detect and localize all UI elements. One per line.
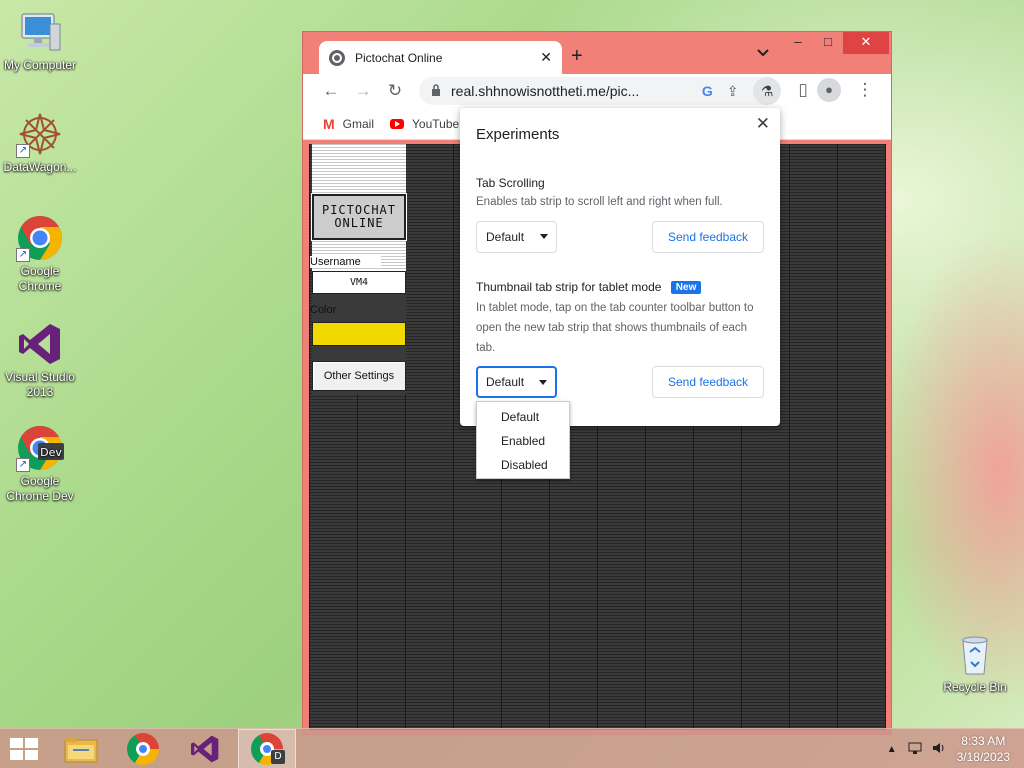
window-close-button[interactable]: ✕	[843, 32, 889, 54]
experiments-title: Experiments	[476, 126, 560, 143]
bookmark-label: Gmail	[342, 116, 375, 131]
computer-icon	[16, 8, 64, 56]
desktop-icon-label: Google Chrome	[18, 264, 62, 293]
chrome-dev-icon: Dev ↗	[16, 424, 64, 472]
volume-icon[interactable]	[931, 741, 947, 758]
pictochat-logo: PICTOCHAT ONLINE	[311, 193, 407, 241]
username-label: Username	[310, 256, 381, 268]
username-field[interactable]: VM4	[312, 271, 406, 294]
chevron-down-icon	[540, 234, 548, 239]
youtube-icon	[390, 118, 405, 129]
menu-kebab-icon[interactable]: ⋮	[849, 80, 881, 100]
gmail-icon: M	[323, 115, 335, 132]
chevron-down-icon	[539, 380, 547, 385]
minimize-button[interactable]: –	[783, 32, 813, 54]
taskbar-visual-studio[interactable]	[176, 729, 234, 768]
google-lens-icon[interactable]: G	[702, 83, 713, 99]
select-value: Default	[486, 230, 525, 244]
maximize-button[interactable]: □	[813, 32, 843, 54]
desktop-icon-visual-studio[interactable]: Visual Studio 2013	[0, 320, 80, 400]
tab-title: Pictochat Online	[355, 50, 443, 65]
dropdown-option-enabled[interactable]: Enabled	[477, 429, 569, 453]
profile-avatar-icon[interactable]: ●	[817, 78, 841, 102]
browser-toolbar: ← → ↻ real.shhnowisnottheti.me/pic... G …	[303, 74, 891, 108]
shortcut-arrow-icon: ↗	[16, 248, 30, 262]
send-feedback-button[interactable]: Send feedback	[652, 221, 764, 253]
chrome-icon	[127, 733, 159, 765]
folder-icon	[64, 737, 98, 763]
new-tab-button[interactable]: +	[571, 44, 583, 68]
shortcut-arrow-icon: ↗	[16, 144, 30, 158]
visual-studio-icon	[16, 320, 64, 368]
share-icon[interactable]: ⇪	[727, 83, 739, 100]
taskbar-chrome-dev[interactable]: D	[238, 729, 296, 768]
color-label: Color	[310, 304, 337, 316]
side-panel-icon[interactable]: ▯	[787, 80, 819, 100]
datawagon-icon: ↗	[16, 110, 64, 158]
forward-arrow-icon[interactable]: →	[347, 81, 379, 101]
desktop-icon-my-computer[interactable]: My Computer	[0, 8, 80, 73]
network-icon[interactable]	[907, 741, 923, 758]
select-value: Default	[486, 375, 525, 389]
tab-scrolling-select[interactable]: Default	[476, 221, 557, 253]
globe-icon	[329, 49, 345, 66]
bookmark-label: YouTube	[412, 116, 460, 131]
address-bar[interactable]: real.shhnowisnottheti.me/pic... G ⇪ ☆	[419, 77, 779, 105]
experiment-name-text: Thumbnail tab strip for tablet mode	[476, 280, 662, 294]
decorative-lines	[312, 144, 406, 196]
desktop-icon-google-chrome[interactable]: ↗ Google Chrome	[0, 214, 80, 294]
dropdown-option-default[interactable]: Default	[477, 405, 569, 429]
clock-date: 3/18/2023	[956, 750, 1010, 764]
desktop-icon-label: Recycle Bin	[943, 680, 1007, 694]
taskbar-file-explorer[interactable]	[52, 729, 110, 768]
desktop-icon-datawagon[interactable]: ↗ DataWagon...	[0, 110, 80, 175]
dropdown-option-disabled[interactable]: Disabled	[477, 453, 569, 477]
chrome-icon: ↗	[16, 214, 64, 262]
clock-time: 8:33 AM	[961, 734, 1006, 748]
dev-badge-icon: D	[271, 750, 285, 764]
color-swatch[interactable]	[312, 322, 406, 346]
url-text: real.shhnowisnottheti.me/pic...	[451, 83, 640, 99]
desktop-icon-recycle-bin[interactable]: Recycle Bin	[935, 630, 1015, 695]
desktop-icon-label: Google Chrome Dev	[6, 474, 74, 503]
send-feedback-button[interactable]: Send feedback	[652, 366, 764, 398]
lock-icon	[431, 83, 441, 99]
experiment-name: Thumbnail tab strip for tablet mode New	[476, 280, 702, 294]
taskbar-google-chrome[interactable]	[114, 729, 172, 768]
logo-line-2: ONLINE	[334, 216, 384, 230]
experiment-description: In tablet mode, tap on the tab counter t…	[476, 302, 754, 354]
desktop-icon-label: DataWagon...	[3, 160, 77, 174]
bookmark-gmail[interactable]: M Gmail	[323, 116, 374, 132]
tab-search-button[interactable]	[757, 46, 769, 60]
desktop-icon-label: Visual Studio 2013	[5, 370, 75, 399]
experiments-popup: Experiments ✕ Tab Scrolling Enables tab …	[460, 108, 780, 426]
desktop-icon-google-chrome-dev[interactable]: Dev ↗ Google Chrome Dev	[0, 424, 80, 504]
thumbnail-tab-strip-select[interactable]: Default	[476, 366, 557, 398]
bookmark-youtube[interactable]: YouTube	[390, 117, 459, 131]
tab-pictochat[interactable]: Pictochat Online ✕	[319, 41, 562, 74]
shortcut-arrow-icon: ↗	[16, 458, 30, 472]
recycle-bin-icon	[951, 630, 999, 678]
pictochat-side-panel: PICTOCHAT ONLINE Username VM4 Color Othe…	[310, 144, 407, 394]
tab-close-icon[interactable]: ✕	[540, 49, 552, 66]
other-settings-button[interactable]: Other Settings	[312, 361, 406, 391]
taskbar: D ▲ 8:33 AM 3/18/2023	[0, 728, 1024, 768]
back-arrow-icon[interactable]: ←	[315, 81, 347, 101]
visual-studio-icon	[191, 735, 219, 763]
svg-text:Dev: Dev	[40, 446, 62, 459]
close-icon[interactable]: ✕	[756, 114, 770, 134]
reload-icon[interactable]: ↻	[379, 81, 411, 101]
windows-start-icon[interactable]	[10, 738, 38, 760]
title-bar: Pictochat Online ✕ + – □ ✕	[303, 32, 891, 74]
show-hidden-icons-icon[interactable]: ▲	[887, 744, 897, 755]
select-dropdown-list: Default Enabled Disabled	[476, 401, 570, 479]
experiment-description: Enables tab strip to scroll left and rig…	[476, 196, 723, 208]
desktop-icon-label: My Computer	[3, 58, 77, 72]
new-badge: New	[670, 281, 702, 294]
experiments-flask-icon[interactable]: ⚗	[753, 77, 781, 105]
system-tray: ▲ 8:33 AM 3/18/2023	[887, 729, 1024, 768]
taskbar-clock[interactable]: 8:33 AM 3/18/2023	[957, 733, 1010, 765]
experiment-name: Tab Scrolling	[476, 176, 545, 190]
